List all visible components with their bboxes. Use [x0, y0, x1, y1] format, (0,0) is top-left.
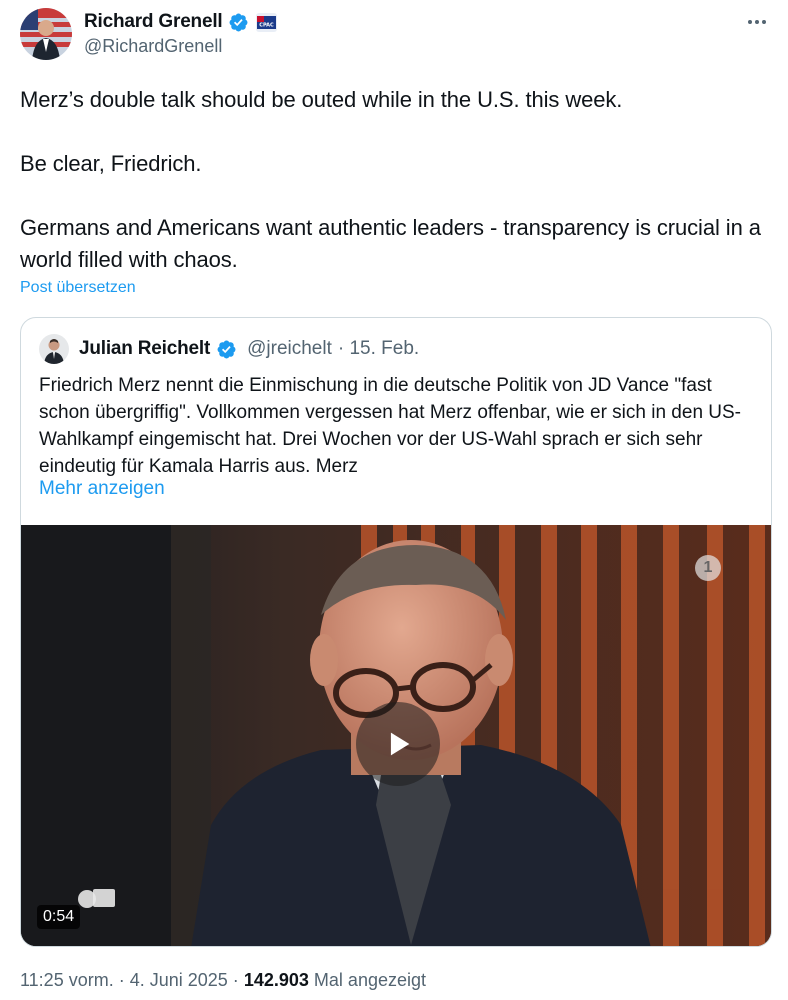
play-button[interactable] [356, 702, 440, 786]
view-count[interactable]: 142.903 [244, 970, 309, 990]
video-player[interactable]: 1 0:54 [21, 525, 771, 946]
tweet-line: Merz’s double talk should be outed while… [20, 87, 623, 112]
svg-text:CPAC: CPAC [259, 22, 274, 28]
post-meta: 11:25 vorm. · 4. Juni 2025 · 142.903 Mal… [20, 970, 426, 991]
quoted-text: Friedrich Merz nennt die Einmischung in … [39, 375, 742, 477]
video-duration: 0:54 [37, 905, 81, 929]
quoted-tweet[interactable]: Julian Reichelt @jreichelt · 15. Feb. Fr… [20, 317, 772, 947]
play-icon [390, 732, 410, 756]
quoted-date: · 15. Feb. [337, 338, 420, 359]
post-date[interactable]: · 4. Juni 2025 · [119, 970, 239, 990]
show-more-link[interactable]: Mehr anzeigen [39, 478, 165, 500]
tweet-text: Merz’s double talk should be outed while… [20, 84, 780, 276]
quoted-author-handle: @jreichelt [247, 338, 332, 359]
author-handle[interactable]: @RichardGrenell [84, 36, 222, 57]
quoted-author-avatar[interactable] [39, 334, 69, 364]
more-options-icon[interactable] [744, 12, 770, 32]
tweet-line: Germans and Americans want authentic lea… [20, 215, 761, 272]
post-time[interactable]: 11:25 vorm. [20, 970, 114, 990]
affiliation-badge-icon[interactable]: CPAC [255, 12, 277, 32]
channel-logo: 1 [695, 555, 721, 581]
view-count-label: Mal angezeigt [313, 970, 426, 990]
media-icon [78, 889, 115, 908]
verified-badge-icon [228, 12, 249, 33]
translate-post-link[interactable]: Post übersetzen [20, 279, 136, 297]
quoted-author-name: Julian Reichelt [79, 338, 211, 359]
verified-badge-icon [216, 339, 237, 360]
author-name[interactable]: Richard Grenell [84, 11, 223, 33]
author-avatar[interactable] [20, 8, 72, 60]
tweet-line: Be clear, Friedrich. [20, 151, 202, 176]
